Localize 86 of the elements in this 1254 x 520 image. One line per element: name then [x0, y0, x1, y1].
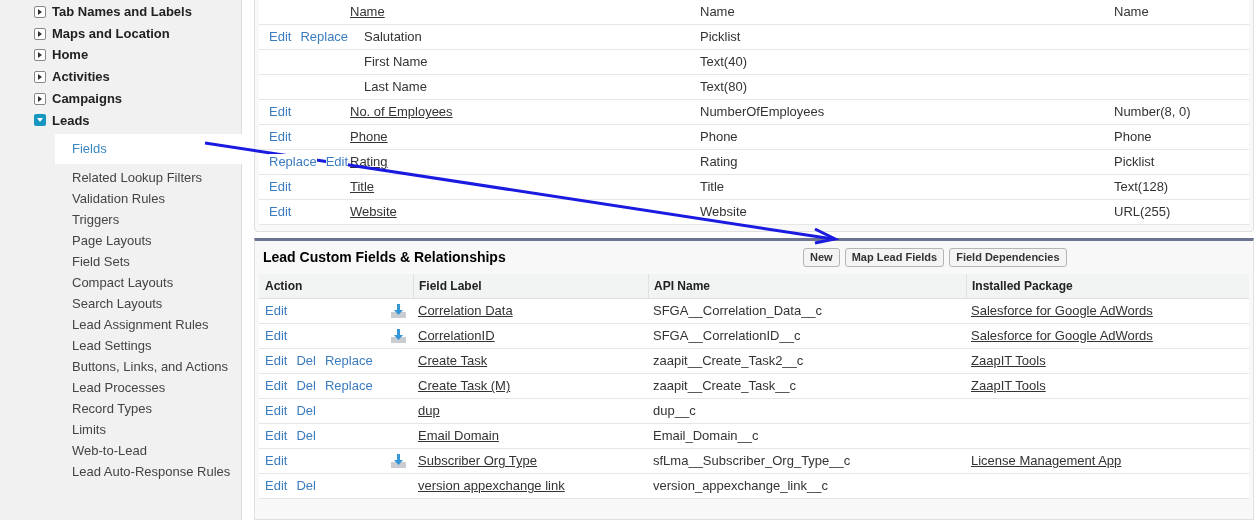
toolbar-button[interactable]: Map Lead Fields: [844, 248, 945, 267]
sidebar-item[interactable]: Compact Layouts: [55, 271, 241, 293]
sidebar-item[interactable]: Record Types: [55, 397, 241, 419]
expand-icon[interactable]: [34, 70, 46, 83]
table-cell: NumberOfEmployees: [700, 104, 825, 120]
table-cell: version_appexchange_link__c: [653, 478, 828, 494]
action-link[interactable]: Replace: [269, 154, 317, 170]
table-cell-text: URL(255): [1114, 203, 1171, 222]
toolbar-button[interactable]: New: [803, 248, 840, 267]
table-cell-text: Text(128): [1114, 178, 1169, 197]
field-link[interactable]: Rating: [350, 152, 700, 172]
sidebar-item[interactable]: Lead Assignment Rules: [55, 313, 241, 335]
table-cell: SFGA__Correlation_Data__c: [653, 303, 823, 319]
expand-icon[interactable]: [34, 27, 46, 40]
table-cell-text: Phone: [1114, 128, 1152, 147]
sidebar-item[interactable]: Validation Rules: [55, 187, 241, 209]
expand-icon[interactable]: [34, 5, 46, 18]
field-link[interactable]: Name: [350, 2, 700, 22]
field-link[interactable]: version appexchange link: [418, 478, 565, 494]
action-link[interactable]: Replace: [324, 378, 373, 394]
table-cell: SFGA__CorrelationID__c: [653, 328, 801, 344]
sidebar-item[interactable]: Tab Names and Labels: [52, 2, 192, 22]
table-cell-text: Name: [1114, 3, 1149, 22]
sidebar-item[interactable]: Maps and Location: [52, 23, 170, 44]
collapse-icon[interactable]: [34, 114, 46, 127]
field-link[interactable]: No. of Employees: [350, 102, 700, 122]
sidebar-item[interactable]: Buttons, Links, and Actions: [55, 355, 241, 377]
table-cell: zaapit__Create_Task2__c: [653, 353, 804, 369]
sidebar-item[interactable]: Lead Settings: [55, 334, 241, 356]
sidebar-item[interactable]: Field Sets: [55, 250, 241, 272]
table-cell: sfLma__Subscriber_Org_Type__c: [653, 453, 851, 469]
sidebar-item[interactable]: Web-to-Lead: [55, 439, 241, 461]
sidebar-item[interactable]: Page Layouts: [55, 229, 241, 251]
field-link[interactable]: Email Domain: [418, 428, 499, 444]
action-link[interactable]: Replace: [324, 353, 373, 369]
column-header[interactable]: Field Label: [413, 274, 648, 298]
section-title: Lead Custom Fields & Relationships: [263, 248, 507, 267]
toolbar-button[interactable]: Field Dependencies: [949, 248, 1067, 267]
sidebar-item[interactable]: Lead Auto-Response Rules: [55, 460, 241, 482]
field-link[interactable]: CorrelationID: [418, 328, 495, 344]
table-cell: Picklist: [700, 29, 741, 45]
column-header[interactable]: Action: [259, 277, 413, 295]
sidebar-item[interactable]: Campaigns: [52, 88, 123, 109]
package-link[interactable]: ZaapIT Tools: [971, 378, 1046, 394]
table-cell-text: Picklist: [1114, 153, 1155, 172]
table-cell-text: Number(8, 0): [1114, 103, 1191, 122]
sidebar-item[interactable]: Activities: [52, 67, 110, 87]
sidebar-item[interactable]: Related Lookup Filters: [55, 166, 241, 188]
table-cell: Email_Domain__c: [653, 428, 759, 444]
table-cell: Name: [700, 4, 735, 20]
sidebar-item[interactable]: Fields: [55, 134, 242, 164]
table-cell: dup__c: [653, 403, 696, 419]
table-cell: Title: [700, 179, 725, 195]
sidebar-item[interactable]: Search Layouts: [55, 292, 241, 314]
table-cell: Text(80): [700, 79, 747, 95]
table-cell: zaapit__Create_Task__c: [653, 378, 797, 394]
action-link[interactable]: Replace: [300, 29, 349, 45]
field-link[interactable]: Correlation Data: [418, 303, 513, 319]
package-link[interactable]: Salesforce for Google AdWords: [971, 303, 1153, 319]
table-cell: Website: [700, 204, 747, 220]
field-link[interactable]: Phone: [350, 127, 700, 147]
package-link[interactable]: License Management App: [971, 453, 1122, 469]
table-cell-text: First Name: [363, 53, 429, 72]
package-link[interactable]: ZaapIT Tools: [971, 353, 1046, 369]
table-cell-text: Last Name: [363, 78, 428, 97]
sidebar-item[interactable]: Triggers: [55, 208, 241, 230]
column-header[interactable]: Installed Package: [966, 274, 1249, 298]
expand-icon[interactable]: [34, 49, 46, 62]
sidebar-item[interactable]: Leads: [52, 110, 90, 131]
table-cell: Phone: [700, 129, 738, 145]
sidebar-item[interactable]: Home: [52, 45, 89, 65]
expand-icon[interactable]: [34, 92, 46, 105]
field-link[interactable]: Website: [350, 202, 700, 222]
sidebar-item[interactable]: Lead Processes: [55, 376, 241, 398]
field-link[interactable]: Title: [350, 177, 700, 197]
field-link[interactable]: dup: [418, 403, 440, 419]
column-header[interactable]: API Name: [648, 274, 966, 298]
table-cell: Text(40): [700, 54, 747, 70]
table-cell-text: Salutation: [363, 28, 423, 47]
package-link[interactable]: Salesforce for Google AdWords: [971, 328, 1153, 344]
table-cell: Rating: [700, 154, 738, 170]
field-link[interactable]: Create Task: [418, 353, 488, 369]
sidebar-item[interactable]: Limits: [55, 418, 241, 440]
field-link[interactable]: Create Task (M): [418, 378, 511, 394]
action-link[interactable]: Edit: [325, 154, 349, 170]
field-link[interactable]: Subscriber Org Type: [418, 453, 537, 469]
